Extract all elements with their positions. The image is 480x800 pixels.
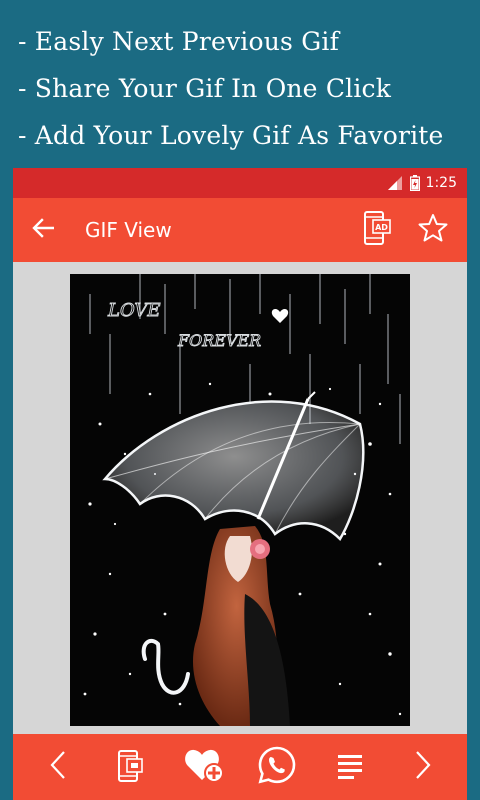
battery-icon	[409, 175, 420, 191]
whatsapp-icon	[257, 745, 297, 789]
gif-text-forever: FOREVER	[177, 331, 261, 350]
signal-icon	[387, 176, 404, 190]
ad-phone-icon: AD	[362, 210, 392, 250]
promo-line-2: - Share Your Gif In One Click	[18, 74, 392, 103]
bottom-action-bar	[13, 734, 467, 800]
favorite-add-icon	[183, 747, 225, 787]
toolbar-actions: AD	[345, 198, 457, 262]
status-bar: 1:25	[13, 168, 467, 198]
menu-icon	[336, 751, 364, 783]
next-icon	[413, 750, 433, 784]
back-arrow-icon	[32, 218, 55, 242]
status-time: 1:25	[425, 175, 457, 191]
copy-icon	[116, 747, 146, 787]
menu-button[interactable]	[325, 742, 375, 792]
gif-image: LOVE FOREVER	[70, 274, 410, 726]
page-title: GIF View	[85, 218, 172, 242]
promo-text-block: - Easly Next Previous Gif - Share Your G…	[18, 18, 468, 159]
promo-line-3: - Add Your Lovely Gif As Favorite	[18, 121, 444, 150]
copy-button[interactable]	[106, 742, 156, 792]
favorite-button[interactable]	[409, 206, 457, 254]
promo-line-1: - Easly Next Previous Gif	[18, 27, 340, 56]
star-icon	[418, 213, 448, 247]
app-toolbar: GIF View AD	[13, 198, 467, 262]
whatsapp-share-button[interactable]	[252, 742, 302, 792]
ad-button[interactable]: AD	[353, 206, 401, 254]
svg-text:AD: AD	[375, 223, 388, 232]
favorite-add-button[interactable]	[179, 742, 229, 792]
previous-icon	[48, 750, 68, 784]
gif-text-love: LOVE	[107, 300, 161, 321]
phone-screen: 1:25 GIF View AD LOVE FOREVER	[13, 168, 467, 800]
previous-button[interactable]	[33, 742, 83, 792]
back-button[interactable]	[13, 198, 73, 262]
next-button[interactable]	[398, 742, 448, 792]
